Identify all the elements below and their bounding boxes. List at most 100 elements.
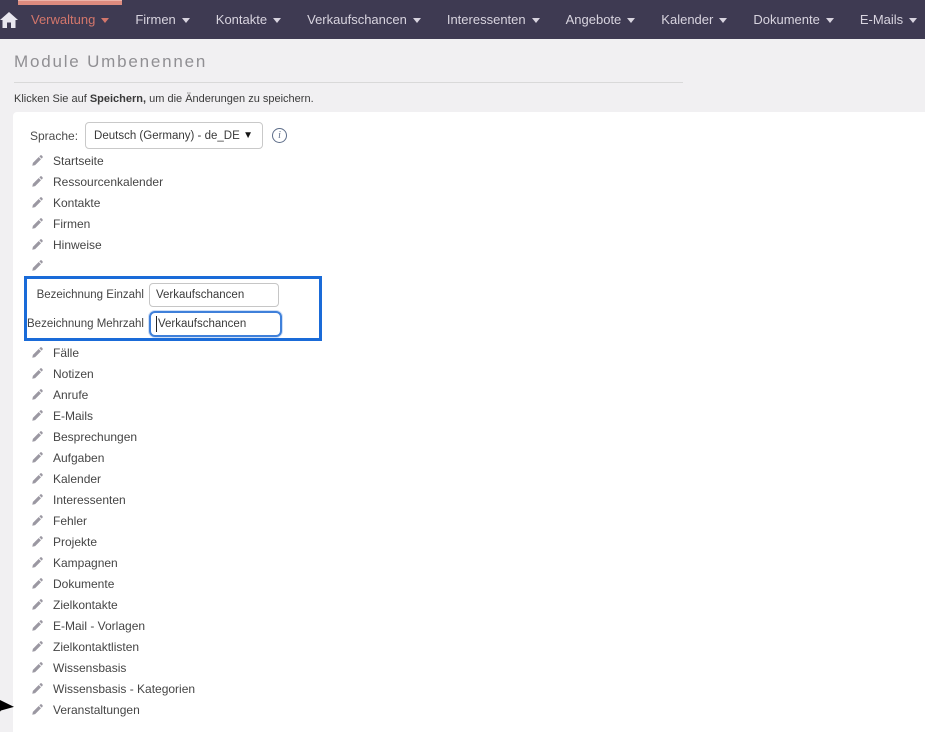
- nav-item-kalender[interactable]: Kalender: [648, 0, 740, 39]
- singular-label: Bezeichnung Einzahl: [27, 289, 149, 301]
- edit-pencil-icon[interactable]: [31, 430, 44, 443]
- module-name: Besprechungen: [53, 430, 137, 444]
- home-button[interactable]: [0, 0, 18, 39]
- module-row-wissensbasis: Wissensbasis: [13, 657, 925, 678]
- edit-pencil-icon[interactable]: [31, 451, 44, 464]
- module-name: Fälle: [53, 346, 79, 360]
- edit-pencil-icon[interactable]: [31, 196, 44, 209]
- nav-item-firmen[interactable]: Firmen: [122, 0, 202, 39]
- module-name: Aufgaben: [53, 451, 104, 465]
- edit-pencil-icon[interactable]: [31, 217, 44, 230]
- module-name: Zielkontakte: [53, 598, 118, 612]
- module-row-zielkontakte: Zielkontakte: [13, 594, 925, 615]
- caret-down-icon: [273, 18, 281, 23]
- caret-down-icon: [719, 18, 727, 23]
- edit-pencil-icon[interactable]: [31, 346, 44, 359]
- module-row-e-mails: E-Mails: [13, 405, 925, 426]
- instruction-suffix: um die Änderungen zu speichern.: [146, 93, 314, 105]
- edit-pencil-icon[interactable]: [31, 175, 44, 188]
- module-row-fehler: Fehler: [13, 510, 925, 531]
- edit-pencil-icon[interactable]: [31, 472, 44, 485]
- module-name: Interessenten: [53, 493, 126, 507]
- nav-item-interessenten[interactable]: Interessenten: [434, 0, 553, 39]
- instruction-prefix: Klicken Sie auf: [14, 93, 90, 105]
- module-row-editing: [13, 255, 925, 276]
- edit-pencil-icon[interactable]: [31, 619, 44, 632]
- page-header: Module Umbenennen Klicken Sie auf Speich…: [0, 52, 925, 105]
- module-row-fälle: Fälle: [13, 342, 925, 363]
- caret-down-icon: [182, 18, 190, 23]
- language-select[interactable]: Deutsch (Germany) - de_DE ▼: [85, 122, 263, 149]
- language-label: Sprache:: [30, 129, 78, 143]
- module-row-projekte: Projekte: [13, 531, 925, 552]
- edit-pencil-icon[interactable]: [31, 703, 44, 716]
- plural-input[interactable]: [149, 311, 282, 337]
- module-name: Dokumente: [53, 577, 114, 591]
- module-name: Projekte: [53, 535, 97, 549]
- home-icon: [0, 12, 18, 28]
- edit-pencil-icon[interactable]: [31, 388, 44, 401]
- edit-pencil-icon[interactable]: [31, 661, 44, 674]
- nav-item-label: Angebote: [566, 12, 622, 27]
- nav-item-dokumente[interactable]: Dokumente: [740, 0, 846, 39]
- module-name: Kalender: [53, 472, 101, 486]
- plural-row: Bezeichnung Mehrzahl: [27, 311, 319, 337]
- nav-item-verwaltung[interactable]: Verwaltung: [18, 0, 122, 39]
- edit-pencil-icon[interactable]: [31, 154, 44, 167]
- nav-item-kontakte[interactable]: Kontakte: [203, 0, 294, 39]
- module-name: Hinweise: [53, 238, 102, 252]
- edit-pencil-icon[interactable]: [31, 409, 44, 422]
- nav-item-label: Dokumente: [753, 12, 819, 27]
- module-list-before: Startseite Ressourcenkalender Kontakte Firm…: [13, 150, 925, 255]
- module-name: Firmen: [53, 217, 90, 231]
- edit-pencil-icon[interactable]: [31, 514, 44, 527]
- module-name: E-Mail - Vorlagen: [53, 619, 145, 633]
- module-row-anrufe: Anrufe: [13, 384, 925, 405]
- nav-item-label: E-Mails: [860, 12, 903, 27]
- nav-item-label: Verkaufschancen: [307, 12, 407, 27]
- edit-pencil-icon[interactable]: [31, 640, 44, 653]
- text-cursor: [156, 316, 157, 332]
- edit-pencil-icon[interactable]: [31, 238, 44, 251]
- caret-down-icon: [532, 18, 540, 23]
- module-row-zielkontaktlisten: Zielkontaktlisten: [13, 636, 925, 657]
- edit-pencil-icon[interactable]: [31, 556, 44, 569]
- module-name: Kontakte: [53, 196, 100, 210]
- edit-pencil-icon[interactable]: [31, 682, 44, 695]
- caret-down-icon: [413, 18, 421, 23]
- title-divider: [14, 82, 683, 83]
- module-rename-edit-box: Bezeichnung Einzahl Bezeichnung Mehrzahl: [24, 276, 322, 341]
- top-navigation: Verwaltung FirmenKontakte Verkaufschancen I…: [0, 0, 925, 39]
- dropdown-arrow-icon: ▼: [243, 131, 253, 141]
- module-name: E-Mails: [53, 409, 93, 423]
- nav-item-label: Interessenten: [447, 12, 526, 27]
- language-select-value: Deutsch (Germany) - de_DE: [94, 130, 240, 142]
- module-row-kontakte: Kontakte: [13, 192, 925, 213]
- module-row-firmen: Firmen: [13, 213, 925, 234]
- singular-input[interactable]: [149, 283, 279, 307]
- module-name: Fehler: [53, 514, 87, 528]
- module-name: Anrufe: [53, 388, 88, 402]
- edit-pencil-icon[interactable]: [31, 259, 44, 272]
- edit-pencil-icon[interactable]: [31, 535, 44, 548]
- caret-down-icon: [627, 18, 635, 23]
- info-icon[interactable]: i: [272, 128, 287, 143]
- caret-down-icon: [909, 18, 917, 23]
- module-row-ressourcenkalender: Ressourcenkalender: [13, 171, 925, 192]
- module-row-kalender: Kalender: [13, 468, 925, 489]
- edit-pencil-icon[interactable]: [31, 493, 44, 506]
- edit-pencil-icon[interactable]: [31, 367, 44, 380]
- module-name: Ressourcenkalender: [53, 175, 163, 189]
- module-row-notizen: Notizen: [13, 363, 925, 384]
- nav-item-verkaufschancen[interactable]: Verkaufschancen: [294, 0, 434, 39]
- edit-pencil-icon[interactable]: [31, 577, 44, 590]
- module-row-hinweise: Hinweise: [13, 234, 925, 255]
- module-row-wissensbasis-kategorien: Wissensbasis - Kategorien: [13, 678, 925, 699]
- edit-pencil-icon[interactable]: [31, 598, 44, 611]
- page-title: Module Umbenennen: [14, 52, 925, 72]
- module-name: Startseite: [53, 154, 104, 168]
- nav-item-angebote[interactable]: Angebote: [553, 0, 649, 39]
- nav-item-e-mails[interactable]: E-Mails: [847, 0, 925, 39]
- nav-item-label: Verwaltung: [31, 12, 95, 27]
- module-name: Zielkontaktlisten: [53, 640, 139, 654]
